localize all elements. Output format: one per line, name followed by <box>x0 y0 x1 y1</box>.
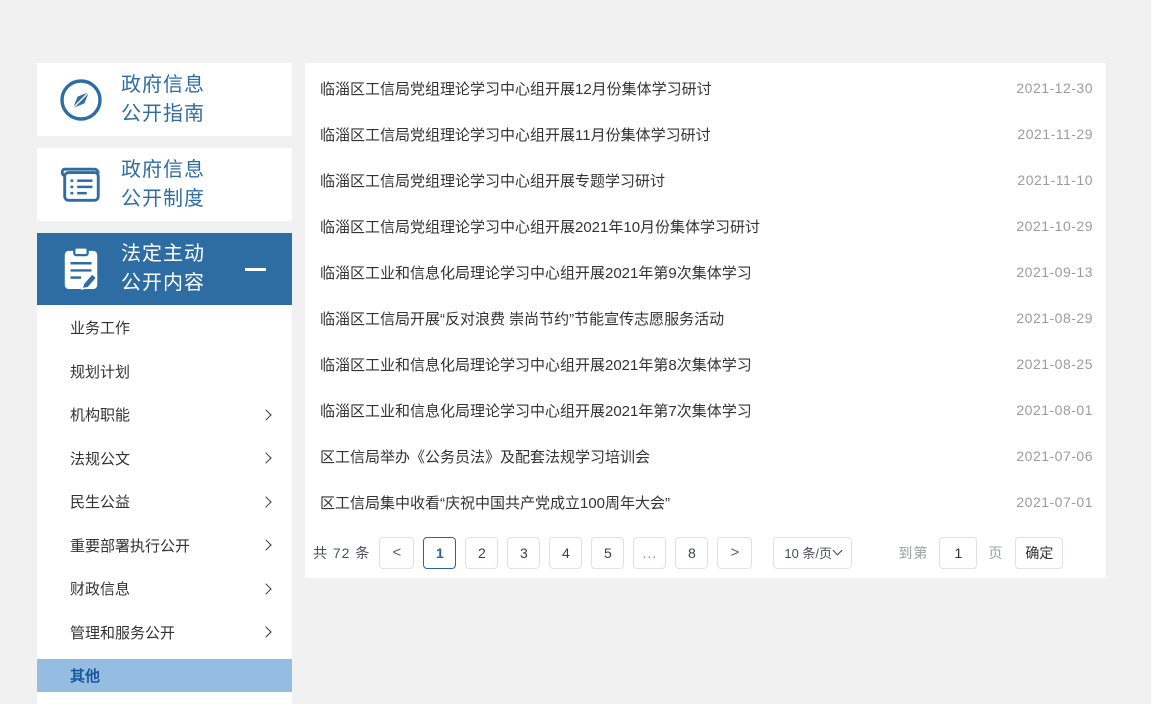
sidebar-item-management-service[interactable]: 管理和服务公开 <box>37 616 292 649</box>
sidebar-item-label: 重要部署执行公开 <box>70 535 190 556</box>
news-date: 2021-08-01 <box>1016 402 1093 418</box>
news-row: 临淄区工业和信息化局理论学习中心组开展2021年第9次集体学习 2021-09-… <box>305 249 1106 295</box>
chevron-right-icon <box>260 496 271 507</box>
sidebar-item-info-system[interactable]: 政府信息 公开制度 <box>37 148 292 221</box>
sidebar-item-other[interactable]: 其他 <box>37 659 292 692</box>
sidebar-item-label: 其他 <box>70 665 100 686</box>
news-row: 临淄区工信局开展“反对浪费 崇尚节约”节能宣传志愿服务活动 2021-08-29 <box>305 295 1106 341</box>
news-title-link[interactable]: 临淄区工信局党组理论学习中心组开展2021年10月份集体学习研讨 <box>320 216 1016 237</box>
page-button-5[interactable]: 5 <box>591 537 624 569</box>
sidebar-item-fiscal-info[interactable]: 财政信息 <box>37 572 292 605</box>
news-date: 2021-12-30 <box>1016 80 1093 96</box>
news-row: 临淄区工信局党组理论学习中心组开展专题学习研讨 2021-11-10 <box>305 157 1106 203</box>
sidebar-item-info-guide[interactable]: 政府信息 公开指南 <box>37 63 292 136</box>
page-size-label: 10 条/页 <box>784 543 832 562</box>
news-title-link[interactable]: 临淄区工信局党组理论学习中心组开展专题学习研讨 <box>320 170 1017 191</box>
news-title-link[interactable]: 区工信局举办《公务员法》及配套法规学习培训会 <box>320 446 1016 467</box>
collapse-minus-icon[interactable] <box>245 268 266 271</box>
page-button-3[interactable]: 3 <box>507 537 540 569</box>
news-date: 2021-10-29 <box>1016 218 1093 234</box>
page-size-select[interactable]: 10 条/页 <box>773 537 852 569</box>
next-page-button[interactable]: > <box>717 537 752 569</box>
goto-prefix-label: 到第 <box>898 543 928 563</box>
sidebar-item-planning[interactable]: 规划计划 <box>37 355 292 388</box>
news-row: 临淄区工信局党组理论学习中心组开展12月份集体学习研讨 2021-12-30 <box>305 65 1106 111</box>
news-row: 临淄区工业和信息化局理论学习中心组开展2021年第8次集体学习 2021-08-… <box>305 341 1106 387</box>
chevron-right-icon <box>260 452 271 463</box>
page-button-4[interactable]: 4 <box>549 537 582 569</box>
news-list: 临淄区工信局党组理论学习中心组开展12月份集体学习研讨 2021-12-30 临… <box>305 63 1106 525</box>
news-title-link[interactable]: 临淄区工信局党组理论学习中心组开展11月份集体学习研讨 <box>320 124 1017 145</box>
news-title-link[interactable]: 临淄区工信局党组理论学习中心组开展12月份集体学习研讨 <box>320 78 1016 99</box>
news-title-link[interactable]: 临淄区工信局开展“反对浪费 崇尚节约”节能宣传志愿服务活动 <box>320 308 1016 329</box>
guide-label-line1: 政府信息 <box>121 71 205 100</box>
sidebar-item-label: 法规公文 <box>70 448 130 469</box>
news-title-link[interactable]: 临淄区工业和信息化局理论学习中心组开展2021年第7次集体学习 <box>320 400 1016 421</box>
news-date: 2021-07-01 <box>1016 494 1093 510</box>
system-label-line1: 政府信息 <box>121 156 205 185</box>
prev-page-button[interactable]: < <box>379 537 414 569</box>
news-row: 临淄区工信局党组理论学习中心组开展11月份集体学习研讨 2021-11-29 <box>305 111 1106 157</box>
news-date: 2021-07-06 <box>1016 448 1093 464</box>
news-title-link[interactable]: 临淄区工业和信息化局理论学习中心组开展2021年第9次集体学习 <box>320 262 1016 283</box>
page-button-2[interactable]: 2 <box>465 537 498 569</box>
content-panel: 临淄区工信局党组理论学习中心组开展12月份集体学习研讨 2021-12-30 临… <box>305 63 1106 578</box>
news-row: 临淄区工业和信息化局理论学习中心组开展2021年第7次集体学习 2021-08-… <box>305 387 1106 433</box>
sidebar-item-org-functions[interactable]: 机构职能 <box>37 398 292 431</box>
confirm-button[interactable]: 确定 <box>1015 537 1063 569</box>
page-button-8[interactable]: 8 <box>675 537 708 569</box>
chevron-right-icon <box>260 583 271 594</box>
sidebar-item-label: 业务工作 <box>70 317 130 338</box>
news-title-link[interactable]: 临淄区工业和信息化局理论学习中心组开展2021年第8次集体学习 <box>320 354 1016 375</box>
chevron-right-icon <box>260 539 271 550</box>
news-row: 临淄区工信局党组理论学习中心组开展2021年10月份集体学习研讨 2021-10… <box>305 203 1106 249</box>
news-row: 区工信局举办《公务员法》及配套法规学习培训会 2021-07-06 <box>305 433 1106 479</box>
chevron-down-icon <box>833 546 843 556</box>
sidebar-item-label: 民生公益 <box>70 491 130 512</box>
ledger-icon <box>57 163 105 207</box>
page-ellipsis-button[interactable]: ... <box>633 537 666 569</box>
compass-icon <box>57 77 105 123</box>
statutory-label-line1: 法定主动 <box>121 240 205 269</box>
news-row: 区工信局集中收看“庆祝中国共产党成立100周年大会” 2021-07-01 <box>305 479 1106 525</box>
statutory-label-line2: 公开内容 <box>121 269 205 298</box>
sidebar-item-label: 管理和服务公开 <box>70 622 175 643</box>
chevron-right-icon <box>260 409 271 420</box>
news-date: 2021-09-13 <box>1016 264 1093 280</box>
sidebar-submenu: 业务工作 规划计划 机构职能 法规公文 民生公益 重要部署执行公开 财政信息 管… <box>37 305 292 704</box>
sidebar-item-label: 规划计划 <box>70 361 130 382</box>
news-date: 2021-08-25 <box>1016 356 1093 372</box>
sidebar-item-regulations[interactable]: 法规公文 <box>37 442 292 475</box>
pagination-bar: 共 72 条 < 1 2 3 4 5 ... 8 > 10 条/页 到第 页 确… <box>313 536 1063 569</box>
goto-suffix-label: 页 <box>988 543 1002 563</box>
sidebar-item-deployment-disclosure[interactable]: 重要部署执行公开 <box>37 529 292 562</box>
news-title-link[interactable]: 区工信局集中收看“庆祝中国共产党成立100周年大会” <box>320 492 1016 513</box>
sidebar-item-public-welfare[interactable]: 民生公益 <box>37 485 292 518</box>
page-button-1[interactable]: 1 <box>423 537 456 569</box>
system-label-line2: 公开制度 <box>121 185 205 214</box>
guide-label-line2: 公开指南 <box>121 100 205 129</box>
goto-page-input[interactable] <box>939 537 977 569</box>
chevron-right-icon <box>260 626 271 637</box>
sidebar-item-label: 财政信息 <box>70 578 130 599</box>
sidebar-item-business-work[interactable]: 业务工作 <box>37 311 292 344</box>
sidebar-item-label: 机构职能 <box>70 404 130 425</box>
news-date: 2021-08-29 <box>1016 310 1093 326</box>
sidebar-item-statutory-disclosure[interactable]: 法定主动 公开内容 <box>37 233 292 305</box>
pagination-total: 共 72 条 <box>313 543 370 563</box>
news-date: 2021-11-10 <box>1017 172 1093 188</box>
clipboard-pen-icon <box>57 246 105 292</box>
news-date: 2021-11-29 <box>1017 126 1093 142</box>
